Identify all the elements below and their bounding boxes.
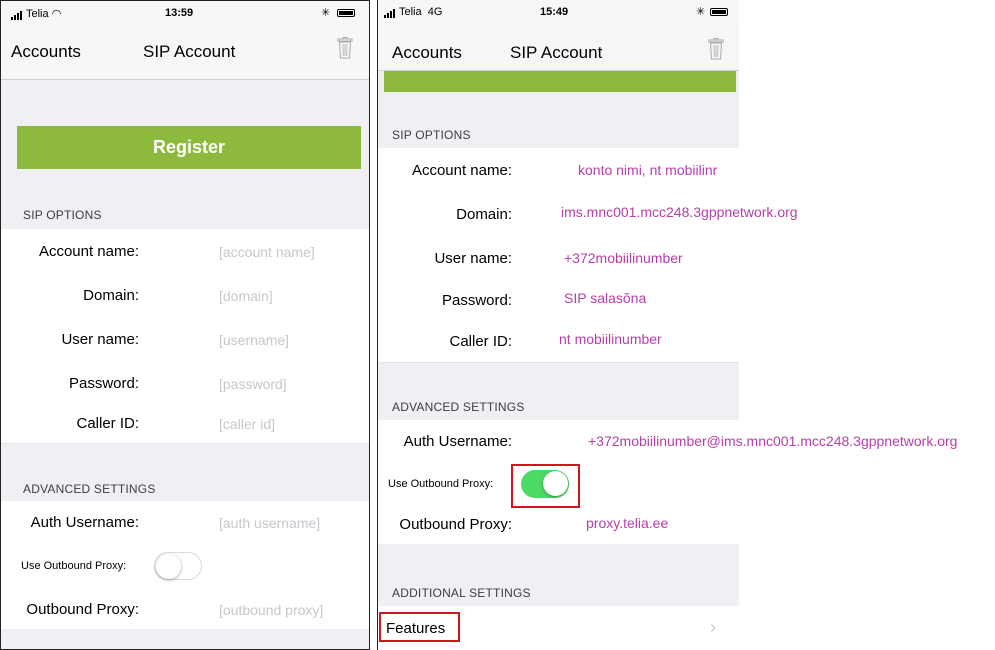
domain-row[interactable]: Domain: [domain]	[1, 273, 369, 318]
auth-username-label: Auth Username:	[403, 433, 512, 450]
features-highlight-box	[379, 612, 460, 642]
caller-id-row[interactable]: Caller ID: nt mobiilinumber	[378, 320, 739, 363]
caller-id-field[interactable]: [caller id]	[219, 416, 275, 432]
trash-icon[interactable]	[708, 38, 724, 60]
carrier-name: Telia	[26, 8, 49, 20]
outbound-proxy-label: Outbound Proxy:	[399, 516, 512, 533]
register-button[interactable]: Register	[17, 126, 361, 169]
accounts-back-button[interactable]: Accounts	[392, 43, 462, 63]
account-name-row[interactable]: Account name: [account name]	[1, 229, 369, 274]
right-phone-screen: Telia 4G 15:49 ✳ Accounts SIP Account SI…	[377, 0, 739, 650]
auth-username-value[interactable]: +372mobiilinumber@ims.mnc001.mcc248.3gpp…	[588, 433, 957, 449]
auth-username-row[interactable]: Auth Username: [auth username]	[1, 501, 369, 544]
outbound-proxy-label: Outbound Proxy:	[26, 601, 139, 618]
additional-settings-header: ADDITIONAL SETTINGS	[392, 586, 531, 600]
register-button-partial[interactable]	[384, 70, 736, 92]
battery-icon	[710, 8, 728, 16]
password-row[interactable]: Password: SIP salasõna	[378, 280, 739, 321]
chevron-right-icon: ›	[710, 617, 716, 637]
toggle-knob	[156, 554, 181, 579]
password-label: Password:	[68, 375, 139, 392]
status-bar: Telia ◠ 13:59 ✳	[1, 1, 369, 25]
left-phone-screen: Telia ◠ 13:59 ✳ Accounts SIP Account Reg…	[0, 0, 370, 650]
advanced-settings-header: ADVANCED SETTINGS	[23, 482, 156, 496]
caller-id-label: Caller ID:	[449, 333, 512, 350]
password-row[interactable]: Password: [password]	[1, 361, 369, 406]
account-name-label: Account name:	[38, 243, 139, 260]
use-outbound-proxy-label: Use Outbound Proxy:	[21, 560, 127, 572]
account-name-label: Account name:	[411, 162, 512, 179]
sip-options-header: SIP OPTIONS	[392, 128, 471, 142]
bluetooth-icon: ✳	[321, 7, 331, 19]
domain-label: Domain:	[83, 287, 139, 304]
caller-id-row[interactable]: Caller ID: [caller id]	[1, 405, 369, 444]
outbound-proxy-row[interactable]: Outbound Proxy: [outbound proxy]	[1, 589, 369, 629]
account-name-field[interactable]: [account name]	[219, 244, 315, 260]
bluetooth-icon: ✳	[696, 6, 706, 18]
auth-username-field[interactable]: [auth username]	[219, 515, 320, 531]
password-value[interactable]: SIP salasõna	[564, 290, 646, 306]
page-title: SIP Account	[510, 43, 603, 62]
toggle-highlight-box	[511, 464, 580, 508]
caller-id-label: Caller ID:	[76, 415, 139, 432]
account-name-value[interactable]: konto nimi, nt mobiilinr	[578, 162, 717, 178]
user-name-label: User name:	[61, 331, 139, 348]
carrier-name: Telia	[399, 6, 422, 18]
trash-icon[interactable]	[337, 37, 353, 59]
status-bar: Telia 4G 15:49 ✳	[378, 0, 739, 24]
page-title: SIP Account	[143, 42, 236, 61]
user-name-value[interactable]: +372mobiilinumber	[564, 250, 683, 266]
outbound-proxy-value[interactable]: proxy.telia.ee	[586, 515, 668, 531]
domain-label: Domain:	[456, 206, 512, 223]
password-label: Password:	[441, 292, 512, 309]
user-name-field[interactable]: [username]	[219, 332, 289, 348]
use-outbound-proxy-label: Use Outbound Proxy:	[388, 478, 494, 490]
domain-value[interactable]: ims.mnc001.mcc248.3gppnetwork.org	[561, 204, 798, 220]
accounts-back-button[interactable]: Accounts	[11, 42, 81, 62]
advanced-settings-header: ADVANCED SETTINGS	[392, 400, 525, 414]
sip-options-header: SIP OPTIONS	[23, 208, 102, 222]
user-name-row[interactable]: User name: +372mobiilinumber	[378, 236, 739, 281]
status-time: 15:49	[540, 6, 569, 18]
caller-id-value[interactable]: nt mobiilinumber	[559, 331, 662, 347]
wifi-icon: ◠	[51, 8, 62, 20]
password-field[interactable]: [password]	[219, 376, 287, 392]
user-name-row[interactable]: User name: [username]	[1, 317, 369, 362]
signal-icon	[384, 6, 396, 18]
signal-icon	[11, 8, 23, 20]
network-type: 4G	[427, 6, 443, 18]
navigation-bar: Accounts SIP Account	[378, 24, 739, 71]
status-time: 13:59	[165, 7, 194, 19]
auth-username-label: Auth Username:	[30, 514, 139, 531]
outbound-proxy-toggle[interactable]	[154, 552, 202, 580]
outbound-proxy-field[interactable]: [outbound proxy]	[219, 602, 323, 618]
user-name-label: User name:	[434, 250, 512, 267]
battery-icon	[337, 9, 355, 17]
outbound-proxy-toggle-row: Use Outbound Proxy:	[1, 543, 369, 590]
navigation-bar: Accounts SIP Account	[1, 25, 369, 80]
outbound-proxy-row[interactable]: Outbound Proxy: proxy.telia.ee	[378, 504, 739, 544]
domain-field[interactable]: [domain]	[219, 288, 273, 304]
